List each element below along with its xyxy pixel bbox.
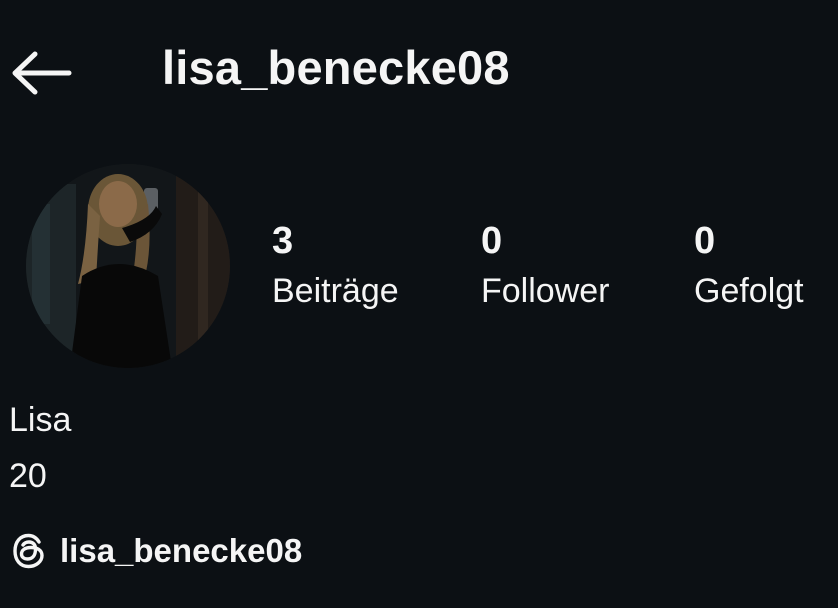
threads-link[interactable]: lisa_benecke08 — [10, 526, 302, 576]
following-label: Gefolgt — [694, 272, 804, 310]
threads-icon — [10, 532, 48, 570]
arrow-left-icon — [9, 51, 73, 95]
threads-handle: lisa_benecke08 — [60, 532, 303, 569]
following-value: 0 — [694, 220, 716, 262]
profile-header: lisa_benecke08 — [0, 0, 838, 140]
back-button[interactable] — [8, 46, 74, 100]
followers-value: 0 — [481, 220, 503, 262]
followers-label: Follower — [481, 272, 610, 310]
bio-line: 20 — [9, 457, 47, 495]
bio: Lisa 20 — [9, 392, 71, 504]
page-title: lisa_benecke08 — [162, 41, 510, 94]
posts-count[interactable]: 3 Beiträge — [272, 218, 399, 314]
profile-photo — [26, 164, 230, 368]
bio-name: Lisa — [9, 401, 72, 439]
posts-label: Beiträge — [272, 272, 399, 310]
avatar[interactable] — [26, 164, 230, 368]
followers-count[interactable]: 0 Follower — [481, 218, 609, 314]
posts-value: 3 — [272, 220, 294, 262]
following-count[interactable]: 0 Gefolgt — [694, 218, 804, 314]
